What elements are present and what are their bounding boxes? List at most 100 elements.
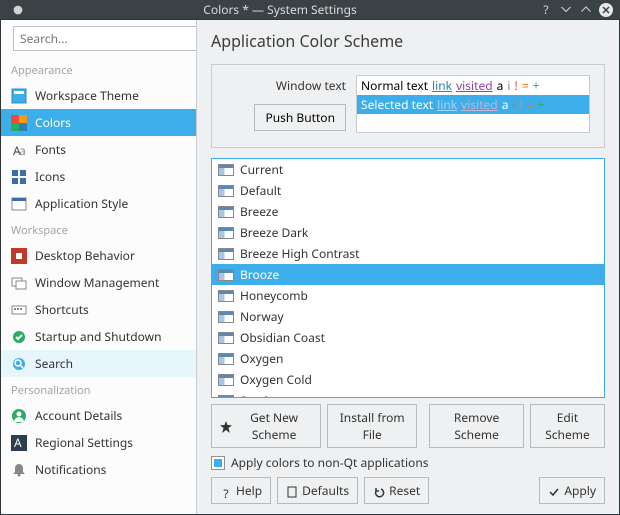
colors-icon xyxy=(11,115,27,131)
apply-non-qt-checkbox[interactable] xyxy=(211,456,225,470)
scheme-preview-icon xyxy=(218,332,234,344)
appstyle-icon xyxy=(11,196,27,212)
scheme-preview-icon xyxy=(218,248,234,260)
app-body: Appearance Workspace Theme ColorsAaFontsIc… xyxy=(0,19,620,515)
sidebar-item-regional-settings[interactable]: A Regional Settings xyxy=(1,429,196,456)
preview-neutral: = xyxy=(522,77,529,94)
scheme-preview-icon xyxy=(218,395,234,399)
sidebar-item-label: Shortcuts xyxy=(35,301,89,318)
sidebar-item-fonts[interactable]: AaFonts xyxy=(1,136,196,163)
scheme-preview-icon xyxy=(218,374,234,386)
sidebar-item-notifications[interactable]: Notifications xyxy=(1,456,196,483)
scheme-preview-icon xyxy=(218,206,234,218)
defaults-button[interactable]: Defaults xyxy=(277,477,358,504)
sidebar-item-label: Account Details xyxy=(35,407,122,424)
scheme-item[interactable]: Norway xyxy=(212,306,604,327)
sidebar-item-window-management[interactable]: Window Management xyxy=(1,269,196,296)
help-icon: ? xyxy=(220,485,232,497)
sidebar-item-startup-and-shutdown[interactable]: Startup and Shutdown xyxy=(1,323,196,350)
scheme-item[interactable]: Breeze Dark xyxy=(212,222,604,243)
check-icon xyxy=(548,485,560,497)
sidebar-group-label: Personalization xyxy=(1,377,196,402)
desktop-behavior-icon xyxy=(11,248,27,264)
scheme-item[interactable]: Breeze High Contrast xyxy=(212,243,604,264)
sidebar-item-label: Notifications xyxy=(35,461,106,478)
sidebar-item-search[interactable]: Search xyxy=(1,350,196,377)
scheme-preview-icon xyxy=(218,164,234,176)
install-from-file-button[interactable]: Install from File xyxy=(327,404,417,448)
apply-label: Apply xyxy=(564,482,596,499)
scheme-preview-icon xyxy=(218,185,234,197)
preview-negative-sel: ! xyxy=(520,96,523,113)
sidebar-item-desktop-behavior[interactable]: Desktop Behavior xyxy=(1,242,196,269)
preview-normal-row: Normal text link visited a i ! = + xyxy=(357,76,589,95)
sidebar-item-label: Desktop Behavior xyxy=(35,247,135,264)
scheme-item[interactable]: Obsidian Coast xyxy=(212,327,604,348)
sidebar-item-label: Workspace Theme xyxy=(35,87,139,104)
scheme-item-label: Breeze Dark xyxy=(240,224,308,241)
scheme-item[interactable]: Default xyxy=(212,180,604,201)
scheme-item[interactable]: Oxygen Cold xyxy=(212,369,604,390)
scheme-item[interactable]: Steel xyxy=(212,390,604,398)
get-new-scheme-button[interactable]: Get New Scheme xyxy=(211,404,321,448)
sidebar-item-application-style[interactable]: Application Style xyxy=(1,190,196,217)
page-title: Application Color Scheme xyxy=(197,20,619,58)
scheme-preview-icon xyxy=(218,353,234,365)
svg-text:A: A xyxy=(14,435,22,451)
scheme-item-label: Breeze High Contrast xyxy=(240,245,360,262)
help-button[interactable]: ? Help xyxy=(211,477,271,504)
regional-icon: A xyxy=(11,435,27,451)
sidebar-group-label: Appearance xyxy=(1,57,196,82)
scheme-item[interactable]: Brooze xyxy=(212,264,604,285)
window-title: Colors * — System Settings xyxy=(26,1,534,18)
sidebar-group-label: Workspace xyxy=(1,217,196,242)
preview-selected-row: Selected text link visited a i ! = + xyxy=(357,95,589,114)
preview-normal-text: Normal text xyxy=(361,77,428,94)
apply-non-qt-label: Apply colors to non-Qt applications xyxy=(231,454,429,471)
scheme-item[interactable]: Breeze xyxy=(212,201,604,222)
sidebar-item-workspace-theme[interactable]: Workspace Theme xyxy=(1,82,196,109)
push-button[interactable]: Push Button xyxy=(254,104,346,131)
scheme-item-label: Honeycomb xyxy=(240,287,308,304)
workspace-theme-icon xyxy=(11,88,27,104)
scheme-item-label: Brooze xyxy=(240,266,279,283)
sidebar-item-icons[interactable]: Icons xyxy=(1,163,196,190)
sidebar-item-shortcuts[interactable]: Shortcuts xyxy=(1,296,196,323)
maximize-icon[interactable] xyxy=(578,2,594,18)
sidebar-item-account-details[interactable]: Account Details xyxy=(1,402,196,429)
scheme-preview-icon xyxy=(218,227,234,239)
preview-positive: + xyxy=(533,77,540,94)
search-input[interactable] xyxy=(13,26,197,51)
get-new-scheme-label: Get New Scheme xyxy=(236,409,312,443)
scheme-item-label: Breeze xyxy=(240,203,278,220)
preview-selected-text: Selected text xyxy=(361,96,433,113)
sidebar-item-label: Regional Settings xyxy=(35,434,133,451)
apply-button[interactable]: Apply xyxy=(539,477,605,504)
reset-button[interactable]: Reset xyxy=(364,477,429,504)
scheme-item-label: Steel xyxy=(240,392,268,398)
sidebar-item-label: Search xyxy=(35,355,73,372)
apply-non-qt-row[interactable]: Apply colors to non-Qt applications xyxy=(211,454,605,471)
scheme-item-label: Obsidian Coast xyxy=(240,329,325,346)
bottom-button-row: ? Help Defaults Reset Apply xyxy=(211,477,605,504)
reset-label: Reset xyxy=(389,482,420,499)
scheme-item[interactable]: Current xyxy=(212,159,604,180)
scheme-item-label: Oxygen Cold xyxy=(240,371,312,388)
scheme-preview-icon xyxy=(218,269,234,281)
help-titlebar-icon[interactable]: ? xyxy=(538,2,554,18)
defaults-label: Defaults xyxy=(302,482,349,499)
scheme-list[interactable]: CurrentDefault Breeze Breeze Dark Breeze Hi… xyxy=(211,158,605,398)
preview-visited-sel: visited xyxy=(461,96,498,113)
search-icon xyxy=(11,356,27,372)
preview-visited: visited xyxy=(456,77,493,94)
minimize-icon[interactable] xyxy=(558,2,574,18)
remove-scheme-button[interactable]: Remove Scheme xyxy=(429,404,524,448)
edit-scheme-button[interactable]: Edit Scheme xyxy=(530,404,605,448)
sidebar-item-colors[interactable]: Colors xyxy=(1,109,196,136)
close-icon[interactable] xyxy=(598,2,614,18)
preview-positive-sel: + xyxy=(538,96,545,113)
scheme-item[interactable]: Oxygen xyxy=(212,348,604,369)
scheme-item[interactable]: Honeycomb xyxy=(212,285,604,306)
fonts-icon: Aa xyxy=(11,142,27,158)
preview-inactive: i xyxy=(507,77,510,94)
